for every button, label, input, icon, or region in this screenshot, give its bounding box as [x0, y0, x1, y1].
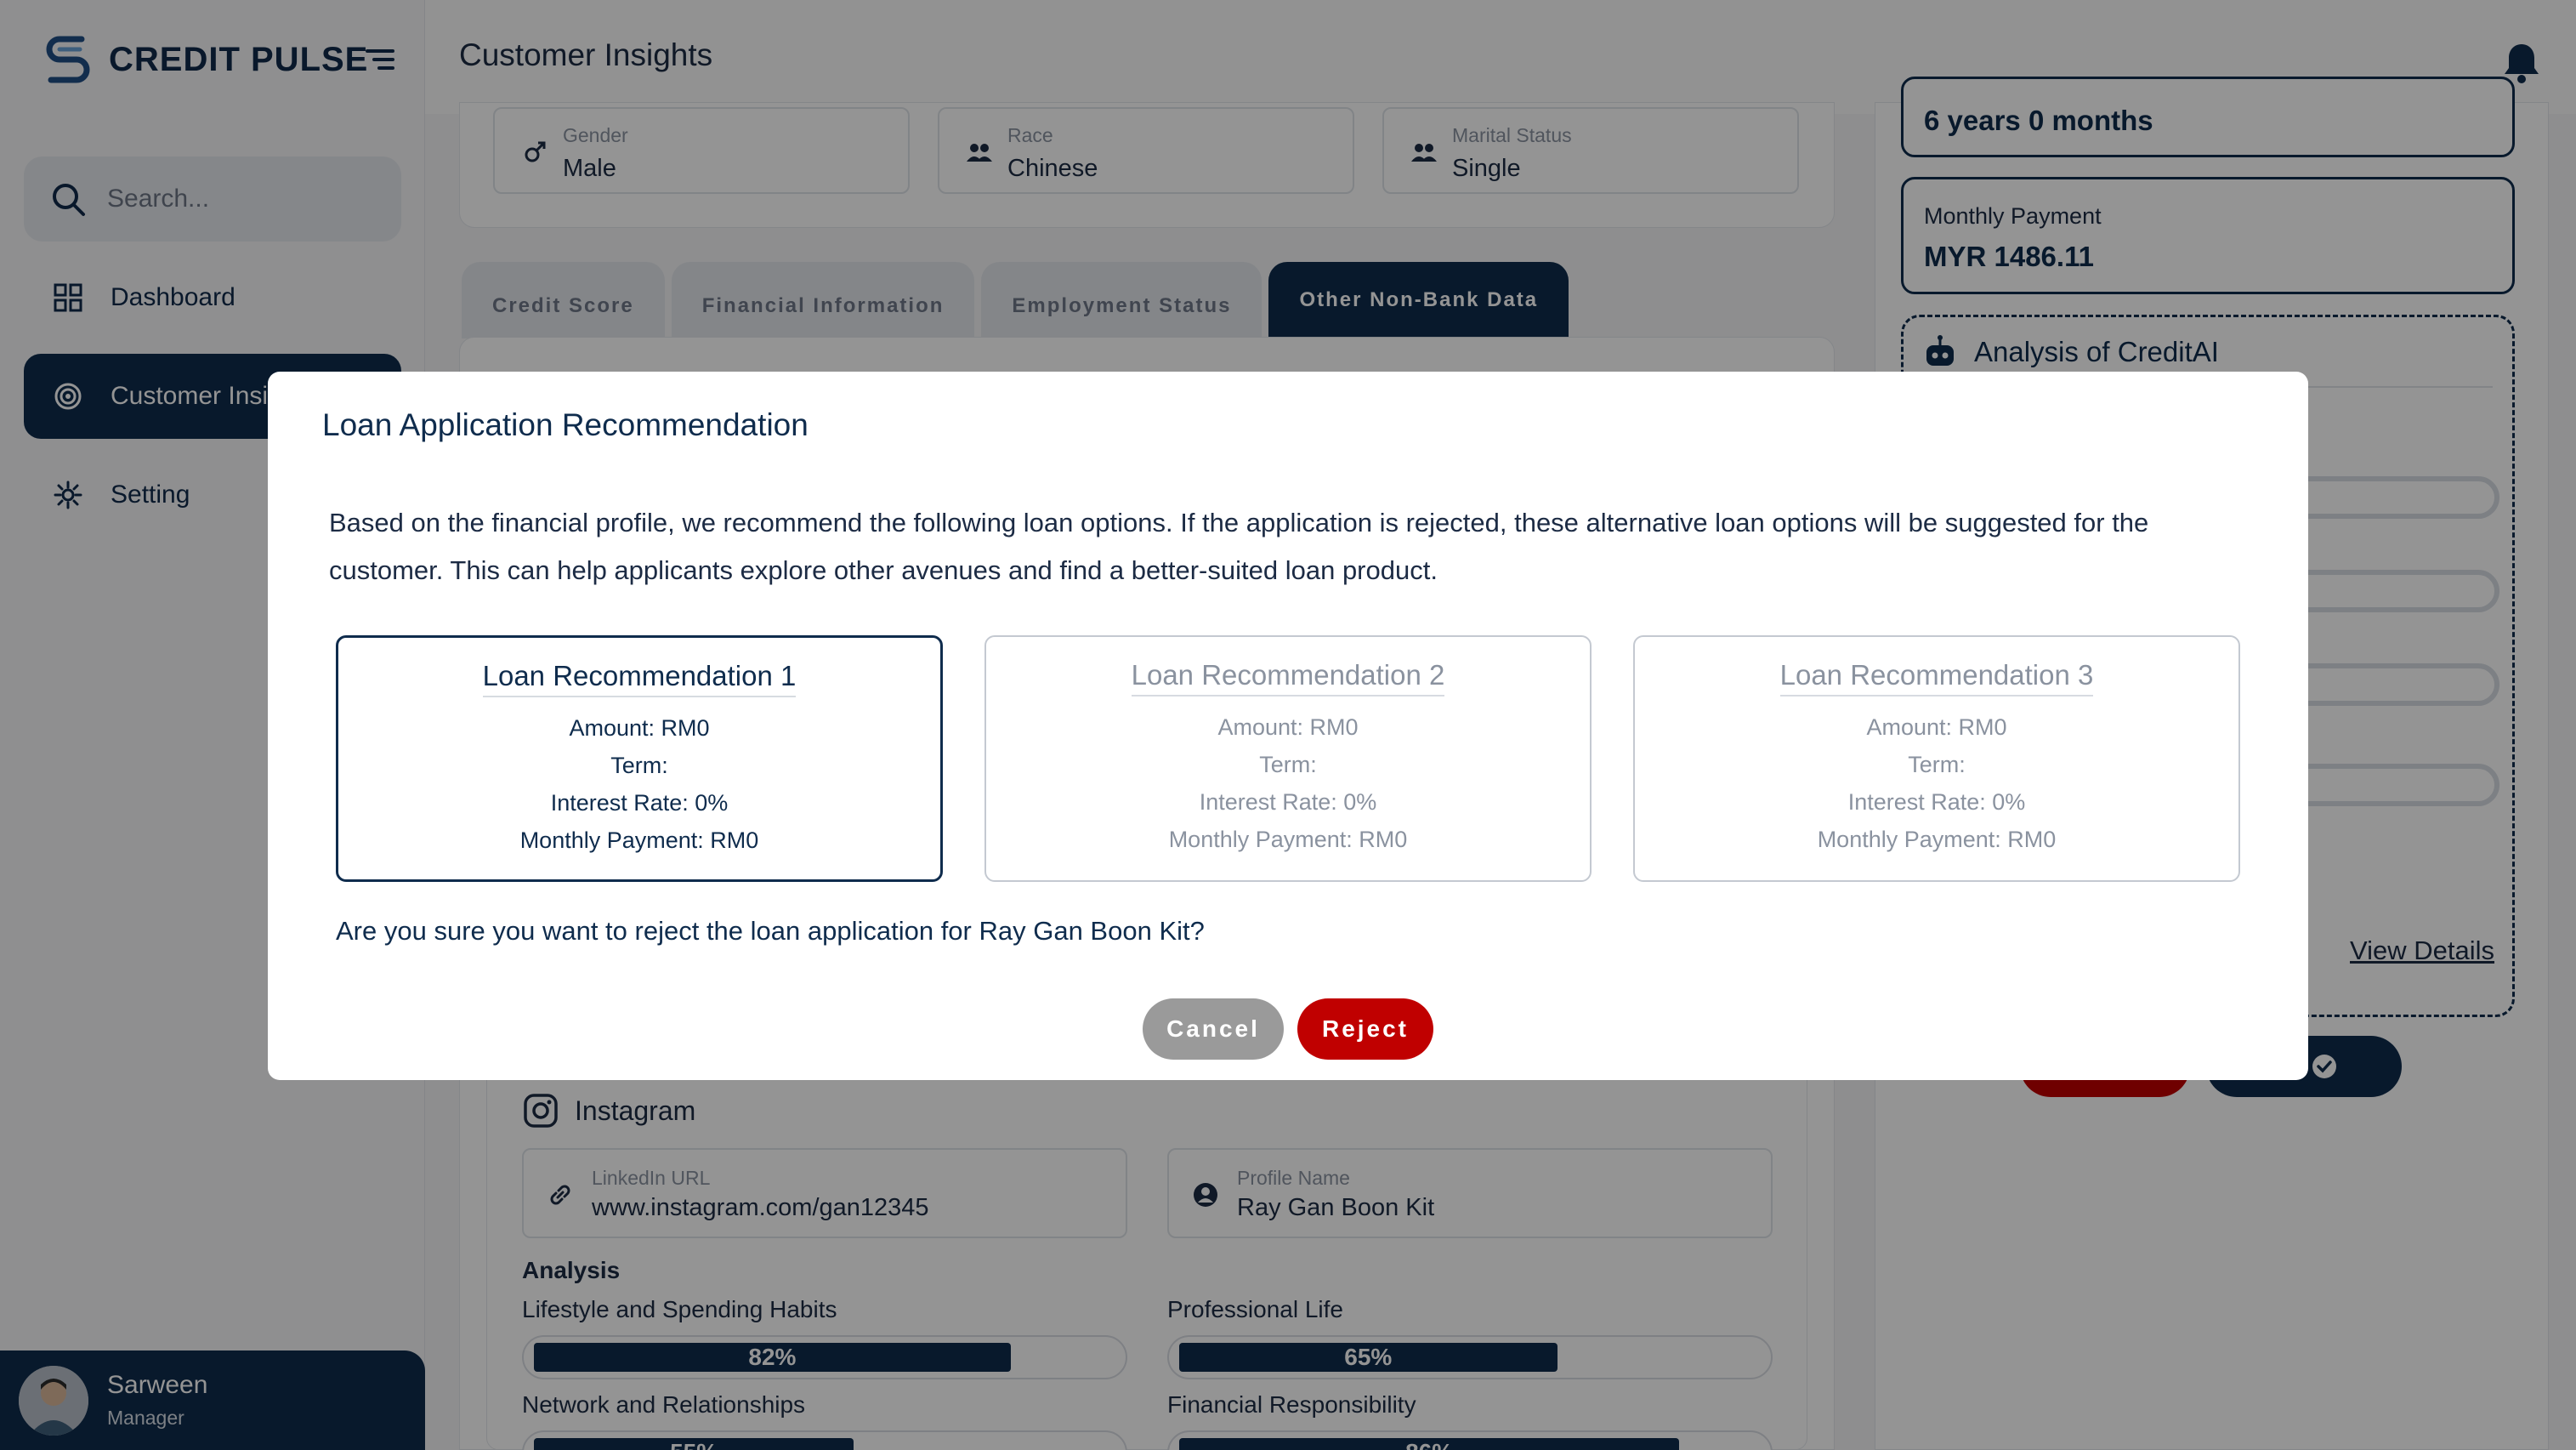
loan-recommendation-card-3[interactable]: Loan Recommendation 3 Amount: RM0 Term: …: [1633, 635, 2240, 882]
recommendation-term: Term:: [610, 753, 668, 778]
recommendation-title: Loan Recommendation 3: [1779, 659, 2094, 697]
modal-title: Loan Application Recommendation: [322, 407, 809, 442]
recommendation-monthly: Monthly Payment: RM0: [1817, 827, 2057, 852]
recommendation-rate: Interest Rate: 0%: [550, 790, 729, 816]
loan-recommendation-card-2[interactable]: Loan Recommendation 2 Amount: RM0 Term: …: [984, 635, 1592, 882]
cancel-button[interactable]: Cancel: [1143, 998, 1284, 1060]
recommendation-title: Loan Recommendation 1: [482, 660, 797, 697]
recommendation-title: Loan Recommendation 2: [1131, 659, 1445, 697]
reject-confirmation-text: Are you sure you want to reject the loan…: [336, 916, 1205, 946]
recommendation-amount: Amount: RM0: [569, 715, 710, 741]
loan-recommendation-card-1[interactable]: Loan Recommendation 1 Amount: RM0 Term: …: [336, 635, 943, 882]
recommendation-term: Term:: [1908, 752, 1966, 777]
recommendation-amount: Amount: RM0: [1866, 714, 2007, 740]
modal-description: Based on the financial profile, we recom…: [329, 508, 2149, 585]
recommendation-rate: Interest Rate: 0%: [1199, 789, 1377, 815]
recommendation-amount: Amount: RM0: [1217, 714, 1359, 740]
recommendation-rate: Interest Rate: 0%: [1847, 789, 2026, 815]
recommendation-term: Term:: [1259, 752, 1317, 777]
recommendation-monthly: Monthly Payment: RM0: [519, 827, 759, 853]
recommendation-monthly: Monthly Payment: RM0: [1168, 827, 1408, 852]
loan-recommendation-modal: Loan Application Recommendation Based on…: [268, 372, 2308, 1080]
reject-button[interactable]: Reject: [1297, 998, 1433, 1060]
